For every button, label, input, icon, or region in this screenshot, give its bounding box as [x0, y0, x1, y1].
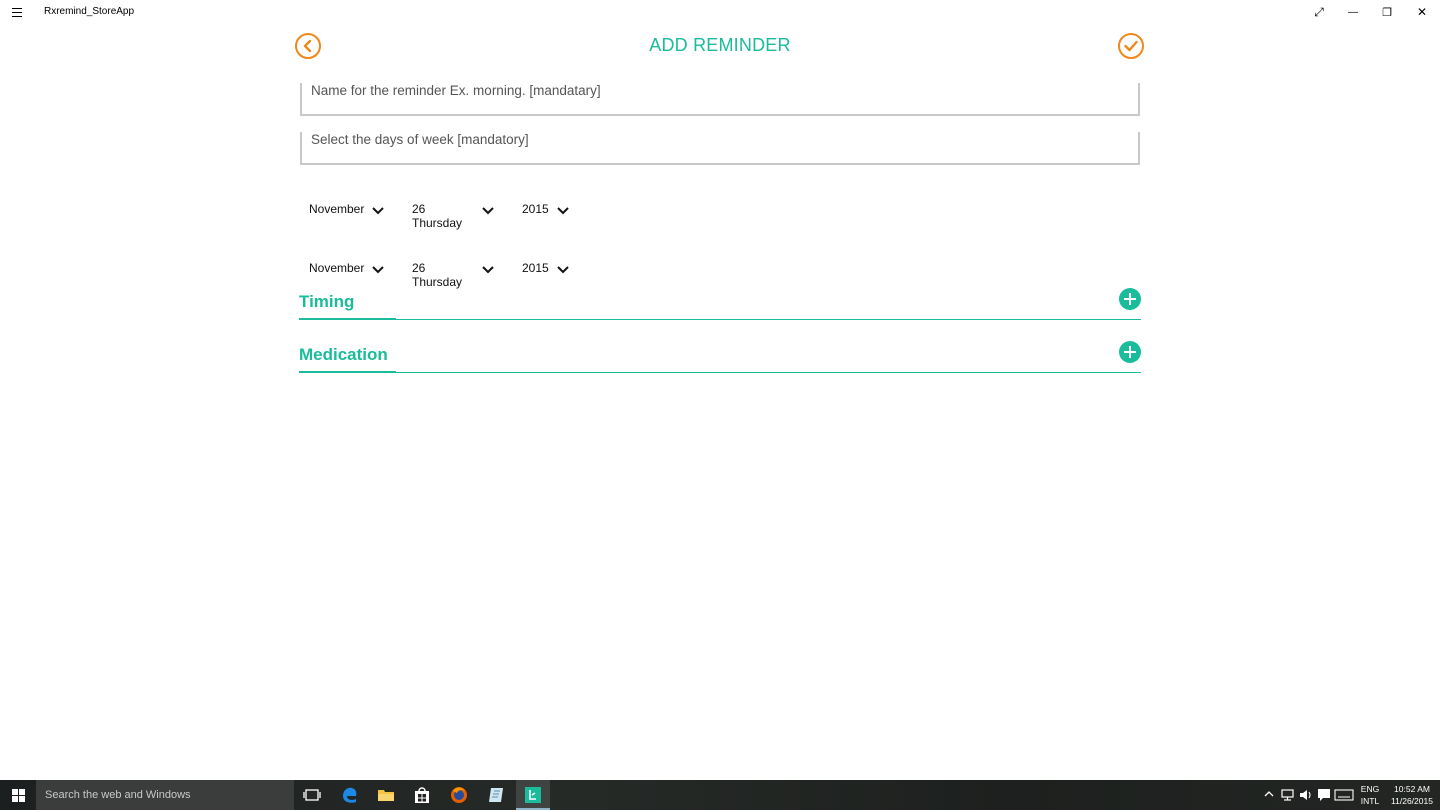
- timing-section: Timing: [299, 288, 1141, 320]
- start-day-value: 26 Thursday: [412, 202, 463, 230]
- restore-button[interactable]: ❐: [1370, 0, 1404, 24]
- medication-section-title: Medication: [299, 345, 388, 364]
- start-year-value: 2015: [522, 202, 549, 216]
- expand-icon[interactable]: ⤢: [1302, 0, 1336, 24]
- rxremind-app-icon: [525, 787, 541, 803]
- edge-browser-icon[interactable]: [340, 785, 360, 805]
- notepad-app-icon[interactable]: [486, 785, 506, 805]
- end-year-select[interactable]: 2015: [522, 261, 549, 275]
- add-timing-button[interactable]: [1119, 288, 1141, 310]
- chevron-down-icon[interactable]: [372, 266, 384, 274]
- language-code: ENG: [1360, 784, 1380, 794]
- app-title: Rxremind_StoreApp: [44, 6, 135, 17]
- chevron-down-icon[interactable]: [372, 207, 384, 215]
- close-button[interactable]: ✕: [1405, 0, 1439, 24]
- end-month-select[interactable]: November: [309, 261, 364, 275]
- end-year-value: 2015: [522, 261, 549, 275]
- clock[interactable]: 10:52 AM 11/26/2015: [1386, 783, 1438, 807]
- volume-icon[interactable]: [1298, 787, 1314, 803]
- title-bar: Rxremind_StoreApp ⤢ — ❐ ✕: [0, 0, 1440, 24]
- task-view-icon[interactable]: [302, 785, 322, 805]
- hamburger-menu-icon[interactable]: [6, 4, 28, 20]
- windows-start-button[interactable]: [0, 780, 36, 810]
- chevron-down-icon[interactable]: [482, 266, 494, 274]
- days-of-week-placeholder: Select the days of week [mandatory]: [311, 132, 529, 147]
- days-of-week-input[interactable]: Select the days of week [mandatory]: [300, 132, 1140, 165]
- rxremind-taskbar-button[interactable]: [516, 780, 550, 810]
- windows-logo-icon: [11, 788, 25, 802]
- chevron-down-icon[interactable]: [557, 266, 569, 274]
- timing-section-title: Timing: [299, 292, 355, 311]
- medication-section: Medication: [299, 341, 1141, 373]
- start-day-select[interactable]: 26 Thursday: [412, 202, 462, 230]
- store-icon[interactable]: [412, 785, 432, 805]
- input-language-indicator[interactable]: ENG INTL: [1358, 783, 1382, 807]
- start-month-select[interactable]: November: [309, 202, 364, 216]
- reminder-name-input[interactable]: Name for the reminder Ex. morning. [mand…: [300, 83, 1140, 116]
- minimize-button[interactable]: —: [1336, 0, 1370, 24]
- chevron-up-icon[interactable]: [1262, 787, 1276, 801]
- chevron-down-icon[interactable]: [557, 207, 569, 215]
- checkmark-icon: [1124, 40, 1138, 52]
- save-button[interactable]: [1118, 33, 1144, 59]
- section-title-underline: [299, 318, 396, 320]
- section-divider: [299, 319, 1141, 320]
- end-day-select[interactable]: 26 Thursday: [412, 261, 462, 289]
- language-layout: INTL: [1360, 796, 1380, 806]
- add-medication-button[interactable]: [1119, 341, 1141, 363]
- firefox-icon[interactable]: [449, 785, 469, 805]
- clock-time: 10:52 AM: [1394, 784, 1430, 794]
- reminder-name-placeholder: Name for the reminder Ex. morning. [mand…: [311, 83, 601, 98]
- section-title-underline: [299, 371, 396, 373]
- action-center-icon[interactable]: [1316, 787, 1332, 803]
- start-year-select[interactable]: 2015: [522, 202, 549, 216]
- taskbar: Search the web and Windows ENG INTL 10:5…: [0, 780, 1440, 810]
- section-divider: [299, 372, 1141, 373]
- end-day-value: 26 Thursday: [412, 261, 463, 289]
- keyboard-icon[interactable]: [1334, 787, 1354, 803]
- network-icon[interactable]: [1280, 787, 1296, 803]
- taskbar-search-placeholder: Search the web and Windows: [45, 789, 191, 801]
- taskbar-search-input[interactable]: Search the web and Windows: [36, 780, 294, 810]
- chevron-down-icon[interactable]: [482, 207, 494, 215]
- start-month-value: November: [309, 202, 365, 216]
- file-explorer-icon[interactable]: [376, 785, 396, 805]
- clock-date: 11/26/2015: [1391, 796, 1433, 806]
- page-title: ADD REMINDER: [649, 35, 791, 55]
- end-month-value: November: [309, 261, 365, 275]
